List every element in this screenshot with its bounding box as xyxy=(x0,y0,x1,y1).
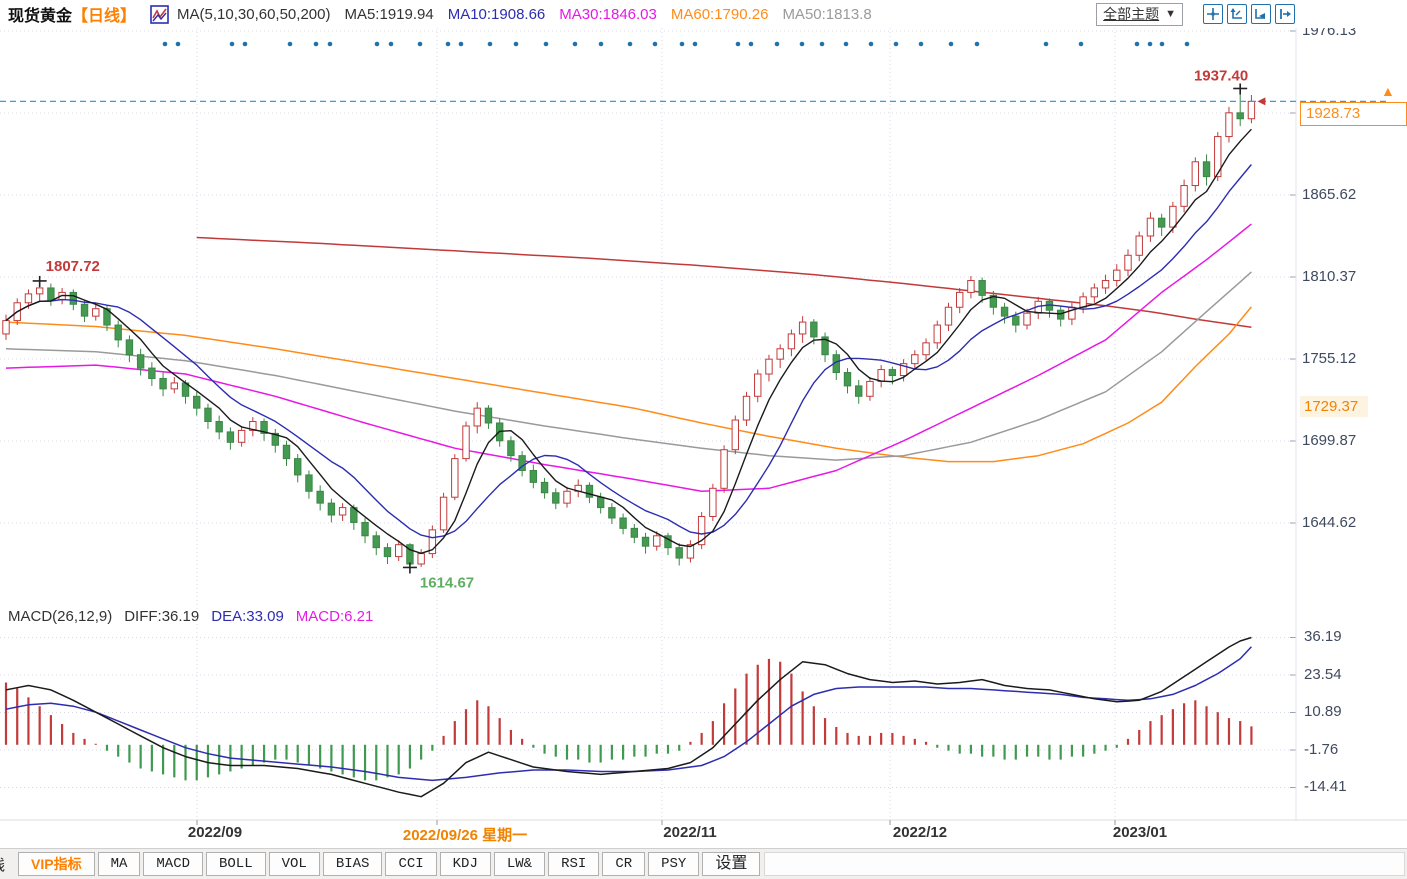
macd-axis-label: -1.76 xyxy=(1304,741,1394,758)
tab-macd[interactable]: MACD xyxy=(143,852,203,876)
dropdown-caret-icon: ▼ xyxy=(1165,8,1176,20)
price-axis-label: 1865.62 xyxy=(1302,186,1392,203)
crosshair-icon[interactable] xyxy=(1203,4,1223,24)
chart-canvas[interactable]: 1807.72 1937.40 1614.67 xyxy=(0,28,1407,848)
current-price-badge: 1928.73 xyxy=(1300,102,1407,126)
svg-text:1937.40: 1937.40 xyxy=(1194,67,1248,84)
macd-header: MACD(26,12,9) DIFF:36.19 DEA:33.09 MACD:… xyxy=(8,608,373,625)
theme-dropdown[interactable]: 全部主题 ▼ xyxy=(1096,3,1183,26)
date-axis-label: 2022/11 xyxy=(650,824,730,841)
tab-lw[interactable]: LW& xyxy=(494,852,545,876)
svg-text:1807.72: 1807.72 xyxy=(46,258,100,275)
ma50-value: MA50:1813.8 xyxy=(782,6,871,23)
selected-price-badge: 1729.37 xyxy=(1300,396,1368,417)
tab-kdj[interactable]: KDJ xyxy=(440,852,491,876)
date-axis-label: 2022/09 xyxy=(175,824,255,841)
chart-header: 现货黄金【日线】 MA(5,10,30,60,50,200) MA5:1919.… xyxy=(0,0,1407,28)
clipped-tab-fragment[interactable]: 线 xyxy=(0,854,15,875)
scale-left-icon[interactable] xyxy=(1227,4,1247,24)
macd-diff-value: DIFF:36.19 xyxy=(124,608,199,625)
tab-vol[interactable]: VOL xyxy=(269,852,320,876)
macd-axis-label: -14.41 xyxy=(1304,778,1394,795)
date-axis-label: 2022/12 xyxy=(880,824,960,841)
price-axis-label: 1810.37 xyxy=(1302,268,1392,285)
trading-app-window: 现货黄金【日线】 MA(5,10,30,60,50,200) MA5:1919.… xyxy=(0,0,1407,879)
ma5-value: MA5:1919.94 xyxy=(344,6,433,23)
macd-param-label: MACD(26,12,9) xyxy=(8,608,112,625)
tab-cci[interactable]: CCI xyxy=(385,852,436,876)
tab-ma[interactable]: MA xyxy=(98,852,141,876)
tab-vip-indicator[interactable]: VIP指标 xyxy=(18,852,95,876)
tab-boll[interactable]: BOLL xyxy=(206,852,266,876)
selected-date-label: 2022/09/26 星期一 xyxy=(380,824,550,845)
indicator-tabbar: 线 VIP指标 MA MACD BOLL VOL BIAS CCI KDJ LW… xyxy=(0,848,1407,879)
ma60-value: MA60:1790.26 xyxy=(671,6,769,23)
scale-right-icon[interactable] xyxy=(1251,4,1271,24)
period-label: 【日线】 xyxy=(72,2,136,26)
macd-axis-label: 36.19 xyxy=(1304,628,1394,645)
price-axis-label: 1755.12 xyxy=(1302,350,1392,367)
macd-macd-value: MACD:6.21 xyxy=(296,608,374,625)
tab-bias[interactable]: BIAS xyxy=(323,852,383,876)
ma-param-label: MA(5,10,30,60,50,200) xyxy=(177,6,330,23)
tab-settings[interactable]: 设置 xyxy=(702,852,760,876)
macd-axis-label: 10.89 xyxy=(1304,703,1394,720)
ma10-value: MA10:1908.66 xyxy=(448,6,546,23)
pan-right-icon[interactable] xyxy=(1275,4,1295,24)
date-axis-label: 2023/01 xyxy=(1100,824,1180,841)
macd-axis-label: 23.54 xyxy=(1304,666,1394,683)
tab-psy[interactable]: PSY xyxy=(648,852,699,876)
tabbar-empty-area xyxy=(764,852,1405,876)
macd-dea-value: DEA:33.09 xyxy=(211,608,284,625)
instrument-title: 现货黄金 xyxy=(8,2,72,26)
tab-rsi[interactable]: RSI xyxy=(548,852,599,876)
theme-dropdown-label: 全部主题 xyxy=(1103,4,1159,24)
tab-cr[interactable]: CR xyxy=(602,852,645,876)
ma30-value: MA30:1846.03 xyxy=(559,6,657,23)
price-up-arrow-icon: ▲ xyxy=(1381,83,1395,99)
chart-type-icon[interactable] xyxy=(150,5,169,24)
price-axis-label: 1644.62 xyxy=(1302,514,1392,531)
svg-text:1614.67: 1614.67 xyxy=(420,574,474,591)
price-axis-label: 1699.87 xyxy=(1302,432,1392,449)
